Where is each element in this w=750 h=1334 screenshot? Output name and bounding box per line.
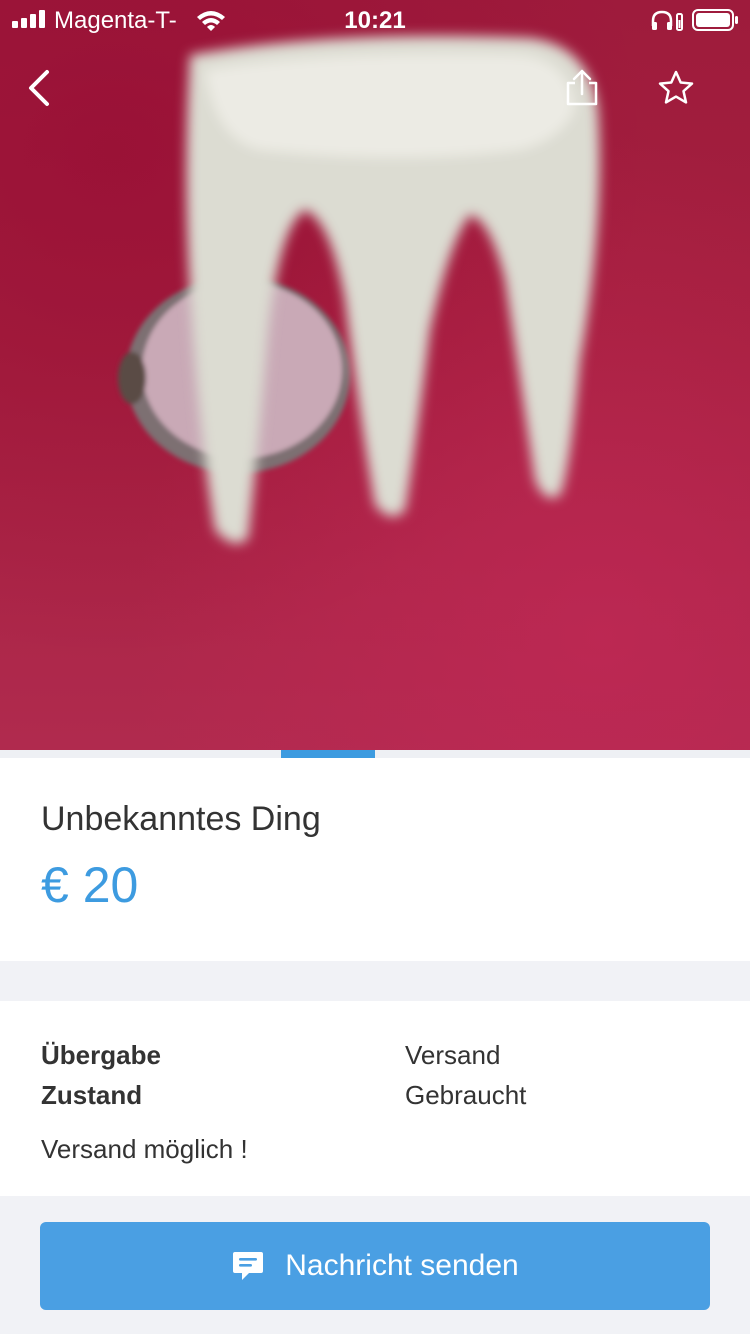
star-outline-icon <box>658 70 694 104</box>
chevron-left-icon <box>29 70 49 106</box>
gallery-page-indicator <box>0 750 750 758</box>
listing-title: Unbekanntes Ding <box>41 800 321 838</box>
detail-label-condition: Zustand <box>41 1080 143 1110</box>
headphones-icon <box>651 10 683 31</box>
back-button[interactable] <box>16 64 64 112</box>
section-divider <box>0 961 750 1001</box>
details-section: Übergabe Versand Zustand Gebraucht <box>41 1040 711 1120</box>
clock: 10:21 <box>344 7 406 34</box>
send-message-button[interactable]: Nachricht senden <box>40 1222 710 1310</box>
share-button[interactable] <box>558 64 606 112</box>
listing-price: € 20 <box>41 857 139 913</box>
chat-bubble-icon <box>231 1250 265 1282</box>
detail-row: Übergabe Versand <box>41 1040 711 1080</box>
battery-icon <box>692 9 738 31</box>
detail-value-handover: Versand <box>405 1040 501 1070</box>
listing-photo[interactable] <box>0 0 750 750</box>
tooth-object <box>186 36 600 544</box>
send-message-label: Nachricht senden <box>285 1249 519 1282</box>
listing-image-gallery[interactable]: Magenta-T- 10:21 <box>0 0 750 750</box>
bottom-action-bar: Nachricht senden <box>0 1196 750 1334</box>
detail-label-handover: Übergabe <box>41 1040 161 1070</box>
listing-description: Versand möglich ! <box>41 1134 248 1164</box>
gallery-page-indicator-active <box>281 750 375 758</box>
detail-value-condition: Gebraucht <box>405 1080 527 1110</box>
favorite-button[interactable] <box>652 64 700 112</box>
detail-row: Zustand Gebraucht <box>41 1080 711 1120</box>
status-bar: Magenta-T- 10:21 <box>0 0 750 40</box>
share-icon <box>566 69 598 106</box>
